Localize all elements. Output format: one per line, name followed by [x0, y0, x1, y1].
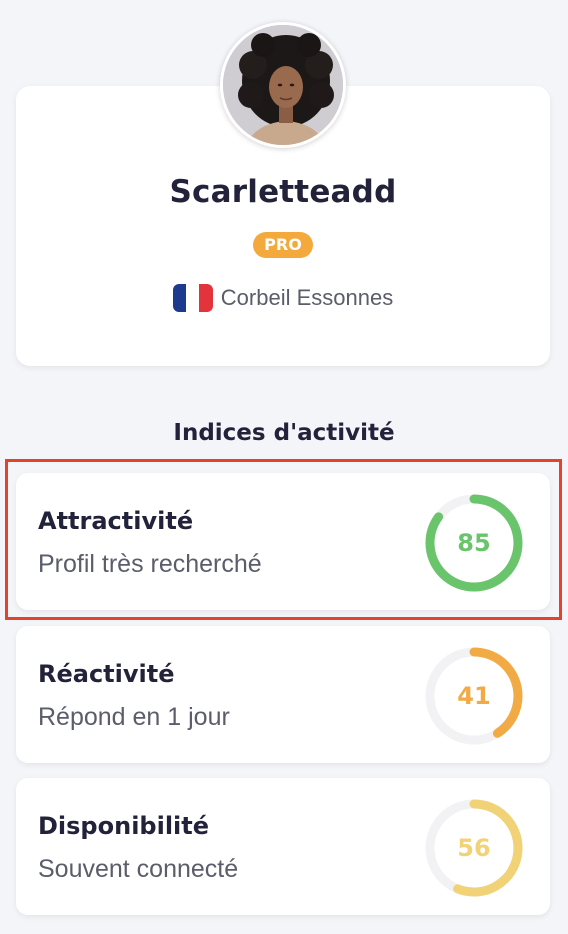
- activity-section-title: Indices d'activité: [173, 420, 395, 446]
- metric-card-attractivite[interactable]: Attractivité Profil très recherché 85: [16, 473, 550, 610]
- score-ring: 85: [423, 492, 525, 594]
- metric-title: Disponibilité: [38, 812, 210, 840]
- profile-location: Corbeil Essonnes: [16, 284, 550, 312]
- score-ring: 41: [423, 645, 525, 747]
- score-value: 85: [457, 529, 491, 557]
- score-ring: 56: [423, 797, 525, 899]
- metric-subtitle: Souvent connecté: [38, 855, 239, 883]
- metric-card-disponibilite[interactable]: Disponibilité Souvent connecté 56: [16, 778, 550, 915]
- score-value: 41: [457, 682, 491, 710]
- metric-title: Attractivité: [38, 507, 194, 535]
- score-value: 56: [457, 834, 491, 862]
- metric-subtitle: Profil très recherché: [38, 550, 262, 578]
- pro-badge: PRO: [253, 232, 313, 258]
- metric-card-reactivite[interactable]: Réactivité Répond en 1 jour 41: [16, 626, 550, 763]
- france-flag-icon: [172, 284, 213, 312]
- location-city: Corbeil Essonnes: [220, 285, 394, 310]
- metric-title: Réactivité: [38, 660, 175, 688]
- avatar[interactable]: [220, 22, 346, 148]
- profile-username: Scarletteadd: [169, 174, 397, 210]
- metric-subtitle: Répond en 1 jour: [38, 703, 230, 731]
- avatar-photo: [223, 25, 343, 145]
